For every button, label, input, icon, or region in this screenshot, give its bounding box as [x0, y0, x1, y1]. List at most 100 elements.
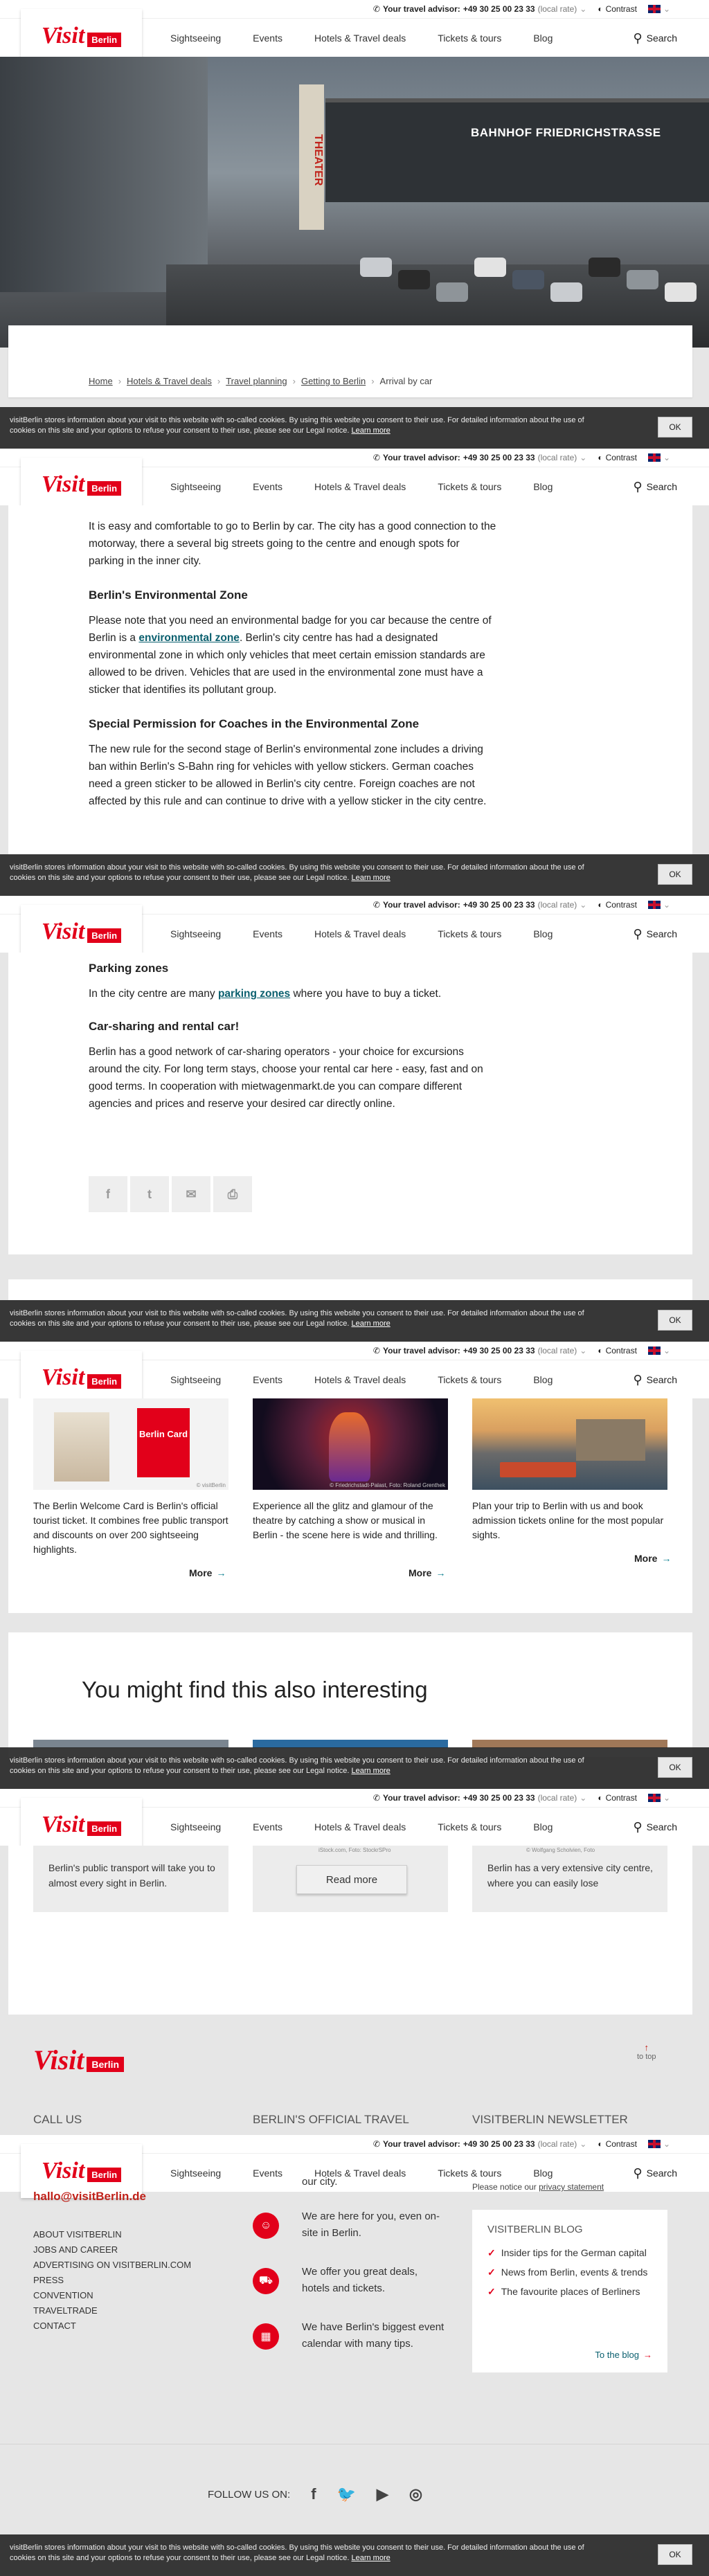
search-button[interactable]: ⚲ Search	[633, 1808, 677, 1846]
search-button[interactable]: ⚲ Search	[633, 467, 677, 506]
cookie-learn-more[interactable]: Learn more	[351, 2554, 390, 2562]
language-selector[interactable]: ⌄	[647, 1346, 670, 1355]
email-icon[interactable]: ✉	[172, 1176, 210, 1212]
nav-item-sightseeing[interactable]: Sightseeing	[170, 2168, 221, 2179]
nav-item-sightseeing[interactable]: Sightseeing	[170, 1821, 221, 1832]
twitter-icon[interactable]: t	[130, 1176, 169, 1212]
facebook-icon[interactable]: f	[89, 1176, 127, 1212]
nav-item-tickets-tours[interactable]: Tickets & tours	[438, 1374, 501, 1385]
search-button[interactable]: ⚲ Search	[633, 915, 677, 953]
nav-item-tickets-tours[interactable]: Tickets & tours	[438, 928, 501, 939]
nav-item-tickets-tours[interactable]: Tickets & tours	[438, 33, 501, 44]
nav-item-hotels-travel-deals[interactable]: Hotels & Travel deals	[314, 481, 406, 492]
nav-item-tickets-tours[interactable]: Tickets & tours	[438, 481, 501, 492]
instagram-icon[interactable]: ◎	[409, 2485, 422, 2503]
nav-item-tickets-tours[interactable]: Tickets & tours	[438, 2168, 501, 2179]
tile-more-link[interactable]: More →	[189, 1567, 226, 1578]
footer-email[interactable]: hallo@visitBerlin.de	[33, 2190, 146, 2204]
read-more-button[interactable]: Read more	[296, 1865, 407, 1894]
contrast-toggle[interactable]: ◐ Contrast	[598, 2139, 637, 2149]
cookie-ok-button[interactable]: OK	[658, 864, 692, 885]
breadcrumb-link[interactable]: Travel planning	[226, 376, 287, 386]
contrast-toggle[interactable]: ◐ Contrast	[598, 900, 637, 910]
travel-advisor[interactable]: ✆ Your travel advisor: +49 30 25 00 23 33(…	[373, 453, 586, 462]
footer-link[interactable]: TRAVELTRADE	[33, 2303, 191, 2318]
footer-logo[interactable]: Visit Berlin	[33, 2044, 125, 2076]
nav-item-blog[interactable]: Blog	[533, 481, 553, 492]
nav-item-hotels-travel-deals[interactable]: Hotels & Travel deals	[314, 1374, 406, 1385]
search-button[interactable]: ⚲ Search	[633, 1360, 677, 1399]
blog-item[interactable]: ✓ Insider tips for the German capital	[487, 2245, 652, 2260]
language-selector[interactable]: ⌄	[647, 4, 670, 14]
print-icon[interactable]: ⎙	[213, 1176, 252, 1212]
nav-item-events[interactable]: Events	[253, 33, 282, 44]
nav-item-sightseeing[interactable]: Sightseeing	[170, 33, 221, 44]
visitberlin-logo[interactable]: Visit Berlin	[21, 1798, 142, 1852]
nav-item-hotels-travel-deals[interactable]: Hotels & Travel deals	[314, 928, 406, 939]
cookie-learn-more[interactable]: Learn more	[351, 1767, 390, 1775]
language-selector[interactable]: ⌄	[647, 2139, 670, 2149]
footer-link[interactable]: JOBS AND CAREER	[33, 2242, 191, 2258]
tile-more-link[interactable]: More →	[634, 1553, 671, 1564]
visitberlin-logo[interactable]: Visit Berlin	[21, 905, 142, 959]
environmental-zone-link[interactable]: environmental zone	[138, 632, 240, 644]
contrast-toggle[interactable]: ◐ Contrast	[598, 4, 637, 14]
breadcrumb-link[interactable]: Hotels & Travel deals	[127, 376, 212, 386]
nav-item-events[interactable]: Events	[253, 1374, 282, 1385]
cookie-learn-more[interactable]: Learn more	[351, 426, 390, 435]
visitberlin-logo[interactable]: Visit Berlin	[21, 1351, 142, 1405]
nav-item-sightseeing[interactable]: Sightseeing	[170, 481, 221, 492]
cookie-ok-button[interactable]: OK	[658, 2544, 692, 2565]
language-selector[interactable]: ⌄	[647, 453, 670, 462]
travel-advisor[interactable]: ✆ Your travel advisor: +49 30 25 00 23 33(…	[373, 4, 586, 14]
nav-item-blog[interactable]: Blog	[533, 2168, 553, 2179]
footer-link[interactable]: ABOUT VISITBERLIN	[33, 2227, 191, 2242]
language-selector[interactable]: ⌄	[647, 1793, 670, 1803]
nav-item-blog[interactable]: Blog	[533, 928, 553, 939]
travel-advisor[interactable]: ✆ Your travel advisor: +49 30 25 00 23 33(…	[373, 2139, 586, 2149]
contrast-toggle[interactable]: ◐ Contrast	[598, 1346, 637, 1355]
contrast-toggle[interactable]: ◐ Contrast	[598, 453, 637, 462]
travel-advisor[interactable]: ✆ Your travel advisor: +49 30 25 00 23 33(…	[373, 1346, 586, 1355]
cookie-learn-more[interactable]: Learn more	[351, 874, 390, 882]
blog-item[interactable]: ✓ The favourite places of Berliners	[487, 2284, 652, 2299]
youtube-icon[interactable]: ▶	[377, 2485, 388, 2503]
nav-item-events[interactable]: Events	[253, 1821, 282, 1832]
nav-item-sightseeing[interactable]: Sightseeing	[170, 1374, 221, 1385]
nav-item-events[interactable]: Events	[253, 928, 282, 939]
nav-item-blog[interactable]: Blog	[533, 1374, 553, 1385]
nav-item-sightseeing[interactable]: Sightseeing	[170, 928, 221, 939]
language-selector[interactable]: ⌄	[647, 900, 670, 910]
nav-item-hotels-travel-deals[interactable]: Hotels & Travel deals	[314, 33, 406, 44]
parking-zones-link[interactable]: parking zones	[218, 988, 290, 1000]
facebook-icon[interactable]: f	[311, 2485, 316, 2503]
to-top-link[interactable]: ↑ to top	[637, 2042, 656, 2061]
breadcrumb-link[interactable]: Getting to Berlin	[301, 376, 366, 386]
visitberlin-logo[interactable]: Visit Berlin	[21, 458, 142, 512]
travel-advisor[interactable]: ✆ Your travel advisor: +49 30 25 00 23 33(…	[373, 900, 586, 910]
footer-link[interactable]: PRESS	[33, 2273, 191, 2288]
tile-more-link[interactable]: More →	[409, 1567, 445, 1578]
breadcrumb-link[interactable]: Home	[89, 376, 113, 386]
footer-link[interactable]: CONVENTION	[33, 2288, 191, 2303]
search-button[interactable]: ⚲ Search	[633, 2154, 677, 2192]
twitter-icon[interactable]: 🐦	[337, 2485, 356, 2503]
to-the-blog-link[interactable]: To the blog →	[595, 2350, 652, 2360]
nav-item-tickets-tours[interactable]: Tickets & tours	[438, 1821, 501, 1832]
privacy-link[interactable]: privacy statement	[539, 2182, 604, 2192]
travel-advisor[interactable]: ✆ Your travel advisor: +49 30 25 00 23 33(…	[373, 1793, 586, 1803]
cookie-ok-button[interactable]: OK	[658, 1757, 692, 1778]
visitberlin-logo[interactable]: Visit Berlin	[21, 9, 142, 63]
nav-item-hotels-travel-deals[interactable]: Hotels & Travel deals	[314, 1821, 406, 1832]
nav-item-blog[interactable]: Blog	[533, 1821, 553, 1832]
nav-item-events[interactable]: Events	[253, 481, 282, 492]
nav-item-events[interactable]: Events	[253, 2168, 282, 2179]
footer-link[interactable]: CONTACT	[33, 2318, 191, 2334]
blog-item[interactable]: ✓ News from Berlin, events & trends	[487, 2264, 652, 2280]
footer-link[interactable]: ADVERTISING ON VISITBERLIN.COM	[33, 2258, 191, 2273]
nav-item-blog[interactable]: Blog	[533, 33, 553, 44]
cookie-ok-button[interactable]: OK	[658, 1310, 692, 1331]
contrast-toggle[interactable]: ◐ Contrast	[598, 1793, 637, 1803]
search-button[interactable]: ⚲ Search	[633, 19, 677, 57]
cookie-learn-more[interactable]: Learn more	[351, 1319, 390, 1328]
